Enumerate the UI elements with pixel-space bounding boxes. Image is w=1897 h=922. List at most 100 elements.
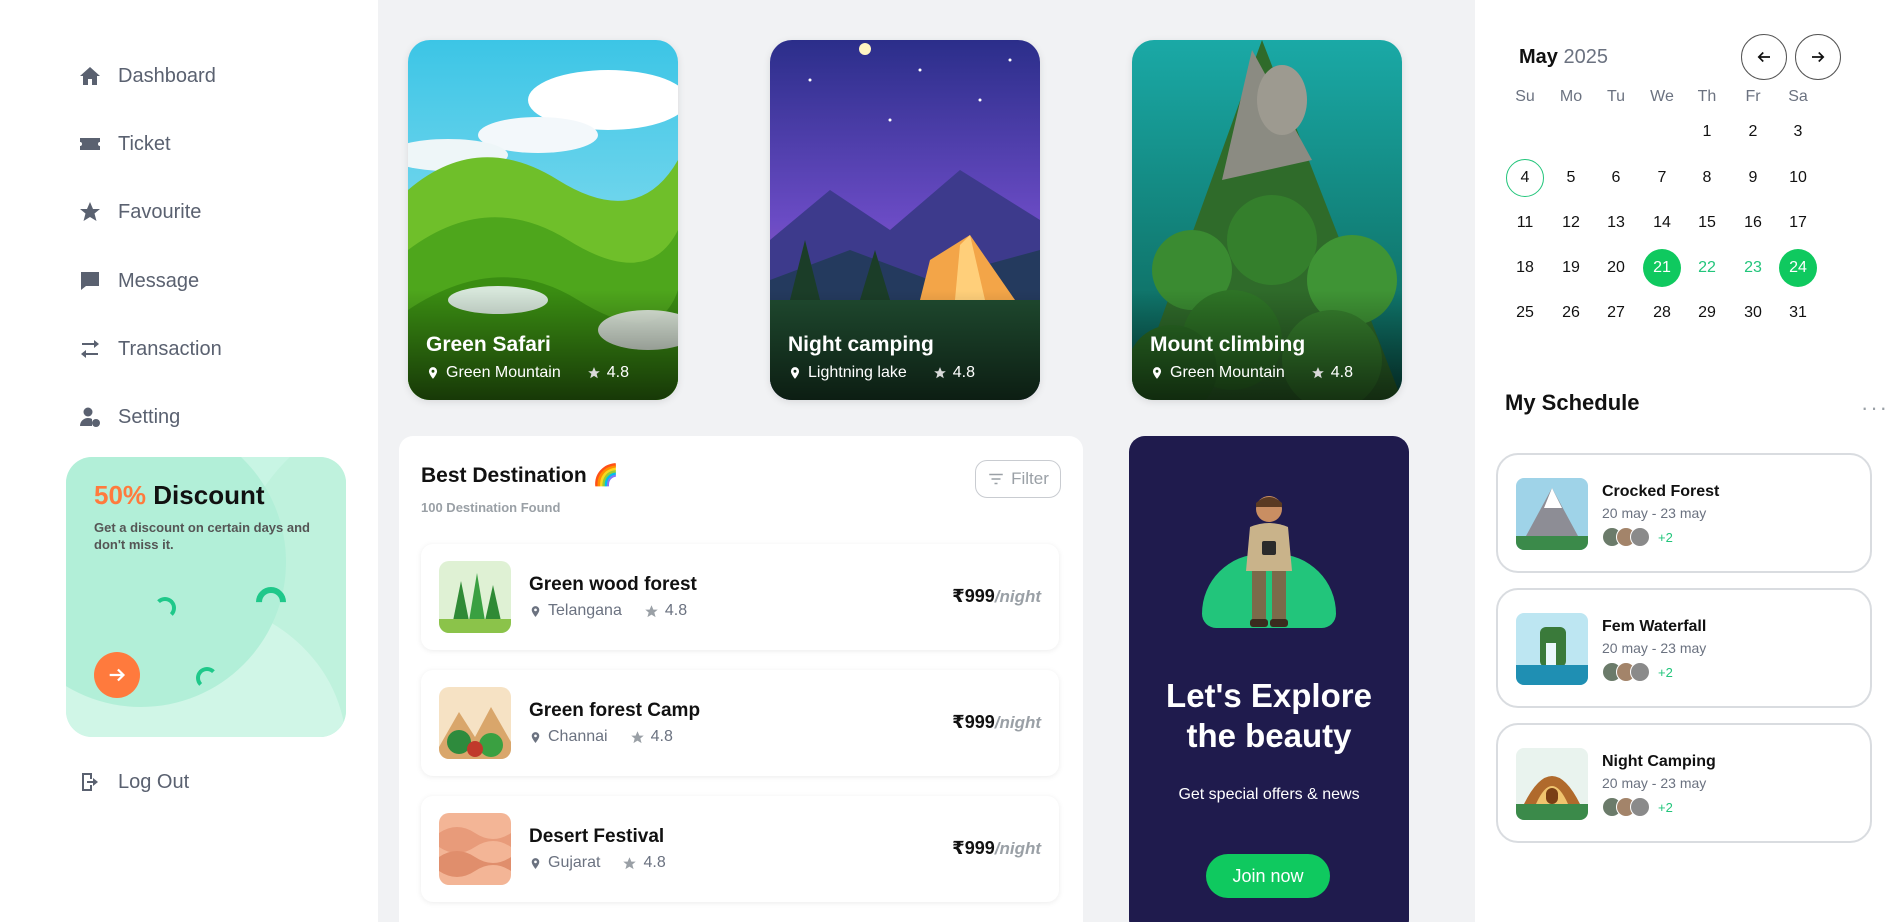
calendar-day[interactable]: 23 bbox=[1734, 249, 1772, 287]
calendar-day[interactable]: 3 bbox=[1779, 113, 1817, 151]
join-now-button[interactable]: Join now bbox=[1206, 854, 1330, 898]
arrow-right-icon bbox=[1812, 51, 1825, 63]
arc-decoration bbox=[154, 597, 176, 619]
destination-meta: Channai 4.8 bbox=[529, 728, 673, 746]
filter-icon bbox=[989, 473, 1003, 485]
arc-decoration bbox=[196, 667, 218, 689]
calendar-day[interactable]: 24 bbox=[1779, 249, 1817, 287]
calendar-day[interactable]: 13 bbox=[1597, 204, 1635, 242]
sidebar-item-label: Transaction bbox=[118, 337, 222, 360]
destination-list-item[interactable]: Desert Festival Gujarat 4.8 ₹999/night bbox=[421, 796, 1059, 902]
destination-thumbnail bbox=[439, 687, 511, 759]
promo-arrow-button[interactable] bbox=[94, 652, 140, 698]
calendar-day[interactable]: 15 bbox=[1688, 204, 1726, 242]
sidebar-item-setting[interactable]: Setting bbox=[78, 397, 180, 437]
card-location: Lightning lake bbox=[808, 364, 907, 381]
calendar-day[interactable]: 12 bbox=[1552, 204, 1590, 242]
participant-avatars: +2 bbox=[1602, 662, 1673, 682]
destination-meta: Telangana 4.8 bbox=[529, 602, 687, 620]
calendar-day[interactable]: 9 bbox=[1734, 159, 1772, 197]
sidebar-item-message[interactable]: Message bbox=[78, 261, 199, 301]
calendar-day[interactable]: 16 bbox=[1734, 204, 1772, 242]
weekday-label: Sa bbox=[1788, 88, 1808, 105]
sidebar-item-label: Message bbox=[118, 269, 200, 292]
destination-name: Green wood forest bbox=[529, 574, 697, 595]
destination-price: ₹999/night bbox=[952, 838, 1041, 858]
calendar-day[interactable]: 28 bbox=[1643, 294, 1681, 332]
arrow-right-icon bbox=[109, 668, 126, 682]
calendar-day[interactable]: 17 bbox=[1779, 204, 1817, 242]
calendar-day[interactable]: 18 bbox=[1506, 249, 1544, 287]
calendar-day[interactable]: 7 bbox=[1643, 159, 1681, 197]
panel-title: Best Destination 🌈 bbox=[421, 464, 619, 487]
destination-rating: 4.8 bbox=[622, 854, 666, 872]
location-pin-icon bbox=[428, 367, 438, 379]
calendar-day[interactable]: 5 bbox=[1552, 159, 1590, 197]
schedule-dates: 20 may - 23 may bbox=[1602, 775, 1707, 791]
schedule-item[interactable]: Fem Waterfall 20 may - 23 may +2 bbox=[1496, 588, 1872, 708]
calendar-day[interactable]: 31 bbox=[1779, 294, 1817, 332]
calendar-day[interactable]: 26 bbox=[1552, 294, 1590, 332]
card-location: Green Mountain bbox=[1170, 364, 1285, 381]
calendar-day[interactable]: 25 bbox=[1506, 294, 1544, 332]
destination-location: Telangana bbox=[548, 602, 622, 619]
calendar-day[interactable]: 30 bbox=[1734, 294, 1772, 332]
destination-card[interactable]: Green Safari Green Mountain 4.8 bbox=[408, 40, 678, 400]
calendar-day[interactable]: 6 bbox=[1597, 159, 1635, 197]
calendar-day[interactable]: 22 bbox=[1688, 249, 1726, 287]
calendar-day[interactable]: 20 bbox=[1597, 249, 1635, 287]
sidebar-item-ticket[interactable]: Ticket bbox=[78, 124, 171, 164]
avatar bbox=[1630, 662, 1650, 682]
sidebar-item-transaction[interactable]: Transaction bbox=[78, 329, 222, 369]
destination-rating-value: 4.8 bbox=[650, 728, 673, 745]
destination-rating: 4.8 bbox=[630, 728, 673, 746]
schedule-thumbnail bbox=[1516, 748, 1588, 820]
destination-card[interactable]: Mount climbing Green Mountain 4.8 bbox=[1132, 40, 1402, 400]
sidebar-item-dashboard[interactable]: Dashboard bbox=[78, 56, 216, 96]
calendar-prev-button[interactable] bbox=[1741, 34, 1787, 80]
calendar-day[interactable]: 4 bbox=[1506, 159, 1544, 197]
sidebar-item-label: Ticket bbox=[118, 132, 171, 155]
calendar-day[interactable]: 2 bbox=[1734, 113, 1772, 151]
logout-label: Log Out bbox=[118, 770, 190, 793]
destination-rating: 4.8 bbox=[644, 602, 687, 620]
calendar-day[interactable]: 27 bbox=[1597, 294, 1635, 332]
destination-name: Desert Festival bbox=[529, 826, 665, 847]
panel-subtitle: 100 Destination Found bbox=[421, 500, 561, 515]
calendar-day[interactable]: 11 bbox=[1506, 204, 1544, 242]
calendar-day[interactable]: 29 bbox=[1688, 294, 1726, 332]
calendar-day[interactable]: 21 bbox=[1643, 249, 1681, 287]
card-rating: 4.8 bbox=[1311, 364, 1353, 382]
filter-button[interactable]: Filter bbox=[975, 460, 1061, 498]
message-icon bbox=[81, 272, 99, 290]
weekday-label: Th bbox=[1697, 88, 1717, 105]
star-icon bbox=[933, 367, 946, 379]
participant-avatars: +2 bbox=[1602, 527, 1673, 547]
star-icon bbox=[630, 730, 644, 743]
destination-list-item[interactable]: Green wood forest Telangana 4.8 ₹999/nig… bbox=[421, 544, 1059, 650]
schedule-item[interactable]: Night Camping 20 may - 23 may +2 bbox=[1496, 723, 1872, 843]
schedule-thumbnail bbox=[1516, 613, 1588, 685]
more-options-button[interactable]: ··· bbox=[1861, 395, 1889, 421]
card-rating: 4.8 bbox=[933, 364, 975, 382]
schedule-dates: 20 may - 23 may bbox=[1602, 505, 1707, 521]
sidebar-item-label: Dashboard bbox=[118, 64, 216, 87]
calendar-next-button[interactable] bbox=[1795, 34, 1841, 80]
calendar-day[interactable]: 14 bbox=[1643, 204, 1681, 242]
logout-button[interactable]: Log Out bbox=[78, 762, 189, 802]
destination-list-item[interactable]: Green forest Camp Channai 4.8 ₹999/night bbox=[421, 670, 1059, 776]
schedule-item[interactable]: Crocked Forest 20 may - 23 may +2 bbox=[1496, 453, 1872, 573]
explore-subtitle: Get special offers & news bbox=[1178, 786, 1360, 803]
right-panel: May 2025 Su Mo Tu We Th Fr Sa 1 2 3 4 5 6 7 8 9 10 11 12 13… bbox=[1475, 0, 1897, 922]
calendar-day[interactable]: 1 bbox=[1688, 113, 1726, 151]
destination-card[interactable]: Night camping Lightning lake 4.8 bbox=[770, 40, 1040, 400]
calendar-day[interactable]: 19 bbox=[1552, 249, 1590, 287]
explorer-character-illustration bbox=[1246, 496, 1292, 627]
calendar-day[interactable]: 8 bbox=[1688, 159, 1726, 197]
sidebar-item-favourite[interactable]: Favourite bbox=[78, 192, 201, 232]
location-pin-icon bbox=[531, 605, 540, 617]
extra-participants-count: +2 bbox=[1658, 664, 1673, 680]
calendar-day[interactable]: 10 bbox=[1779, 159, 1817, 197]
main-content: Green Safari Green Mountain 4.8 Night ca… bbox=[378, 0, 1475, 922]
promo-text: Get a discount on certain days and don't… bbox=[94, 520, 310, 552]
